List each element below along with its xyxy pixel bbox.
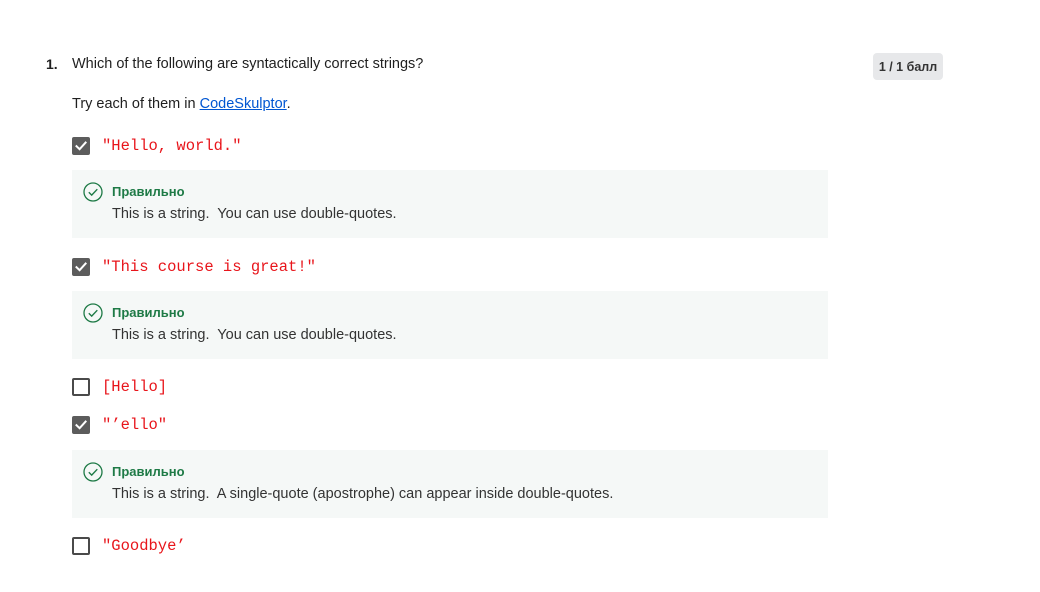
answer-option[interactable]: [Hello] <box>72 377 167 397</box>
answer-option[interactable]: "Goodbye’ <box>72 536 186 556</box>
check-circle-icon <box>83 462 103 482</box>
feedback-correct: Правильно This is a string. A single-quo… <box>72 450 828 518</box>
feedback-correct: Правильно This is a string. You can use … <box>72 170 828 238</box>
option-label: "Hello, world." <box>102 137 242 155</box>
check-circle-icon <box>83 303 103 323</box>
answer-option[interactable]: "Hello, world." <box>72 136 242 156</box>
feedback-status: Правильно <box>112 184 185 199</box>
score-badge: 1 / 1 балл <box>873 53 943 80</box>
option-checkbox[interactable] <box>72 258 90 276</box>
hint-suffix: . <box>286 96 291 112</box>
option-checkbox[interactable] <box>72 416 90 434</box>
feedback-text: This is a string. A single-quote (apostr… <box>112 486 614 502</box>
answer-option[interactable]: "’ello" <box>72 415 167 435</box>
option-label: "Goodbye’ <box>102 537 186 555</box>
feedback-status: Правильно <box>112 305 185 320</box>
feedback-text: This is a string. You can use double-quo… <box>112 206 397 222</box>
feedback-correct: Правильно This is a string. You can use … <box>72 291 828 359</box>
checkmark-icon <box>75 262 87 272</box>
feedback-text: This is a string. You can use double-quo… <box>112 327 397 343</box>
option-checkbox[interactable] <box>72 537 90 555</box>
check-circle-icon <box>83 182 103 202</box>
answer-option[interactable]: "This course is great!" <box>72 257 316 277</box>
codeskulptor-link[interactable]: CodeSkulptor <box>200 96 287 112</box>
hint-prefix: Try each of them in <box>72 96 200 112</box>
question-text: Which of the following are syntactically… <box>72 56 424 72</box>
question-number: 1. <box>46 56 58 72</box>
option-label: "’ello" <box>102 416 168 434</box>
option-label: "This course is great!" <box>102 258 316 276</box>
checkmark-icon <box>75 420 87 430</box>
question-hint: Try each of them in CodeSkulptor. <box>72 96 291 112</box>
option-label: [Hello] <box>102 378 168 396</box>
option-checkbox[interactable] <box>72 378 90 396</box>
checkmark-icon <box>75 141 87 151</box>
option-checkbox[interactable] <box>72 137 90 155</box>
feedback-status: Правильно <box>112 464 185 479</box>
